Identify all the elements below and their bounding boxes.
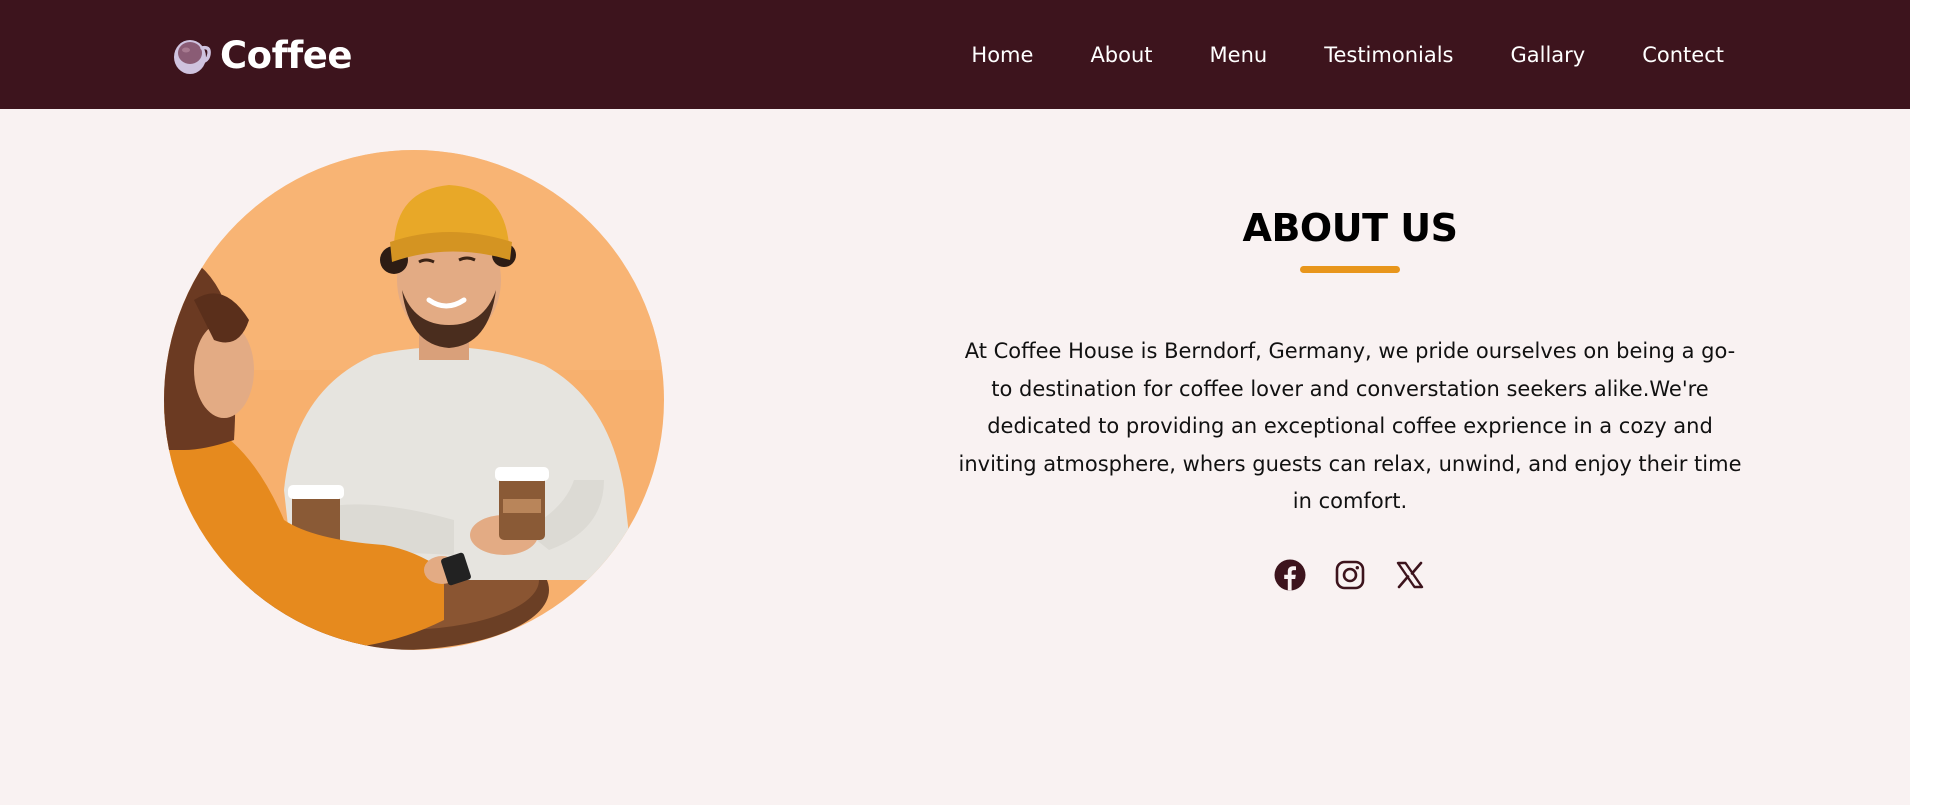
- nav-item: About: [1090, 43, 1152, 67]
- nav-menu: Home About Menu Testimonials Gallary Con…: [914, 0, 1724, 109]
- facebook-icon[interactable]: [1274, 559, 1306, 591]
- brand-logo-link[interactable]: Coffee: [172, 31, 352, 79]
- nav-item: Home: [971, 43, 1033, 67]
- about-section: ABOUT US At Coffee House is Berndorf, Ge…: [950, 200, 1750, 591]
- title-underline: [1300, 266, 1400, 273]
- page: Coffee Home About Menu Testimonials Gall…: [0, 0, 1910, 805]
- navbar: Coffee Home About Menu Testimonials Gall…: [0, 0, 1910, 109]
- about-photo: [164, 150, 664, 650]
- social-links: [950, 559, 1750, 591]
- about-title: ABOUT US: [1242, 206, 1458, 250]
- about-description: At Coffee House is Berndorf, Germany, we…: [958, 339, 1742, 513]
- instagram-icon[interactable]: [1334, 559, 1366, 591]
- nav-link-home[interactable]: Home: [971, 43, 1033, 67]
- nav-item: Contect: [1642, 43, 1724, 67]
- nav-item: Gallary: [1510, 43, 1585, 67]
- nav-link-gallary[interactable]: Gallary: [1510, 43, 1585, 67]
- coffee-cup-icon: [172, 34, 212, 76]
- brand-name: Coffee: [220, 33, 352, 77]
- nav-link-testimonials[interactable]: Testimonials: [1324, 43, 1453, 67]
- nav-link-about[interactable]: About: [1090, 43, 1152, 67]
- x-twitter-icon[interactable]: [1394, 559, 1426, 591]
- nav-link-contect[interactable]: Contect: [1642, 43, 1724, 67]
- nav-link-menu[interactable]: Menu: [1210, 43, 1268, 67]
- nav-item: Testimonials: [1324, 43, 1453, 67]
- nav-item: Menu: [1210, 43, 1268, 67]
